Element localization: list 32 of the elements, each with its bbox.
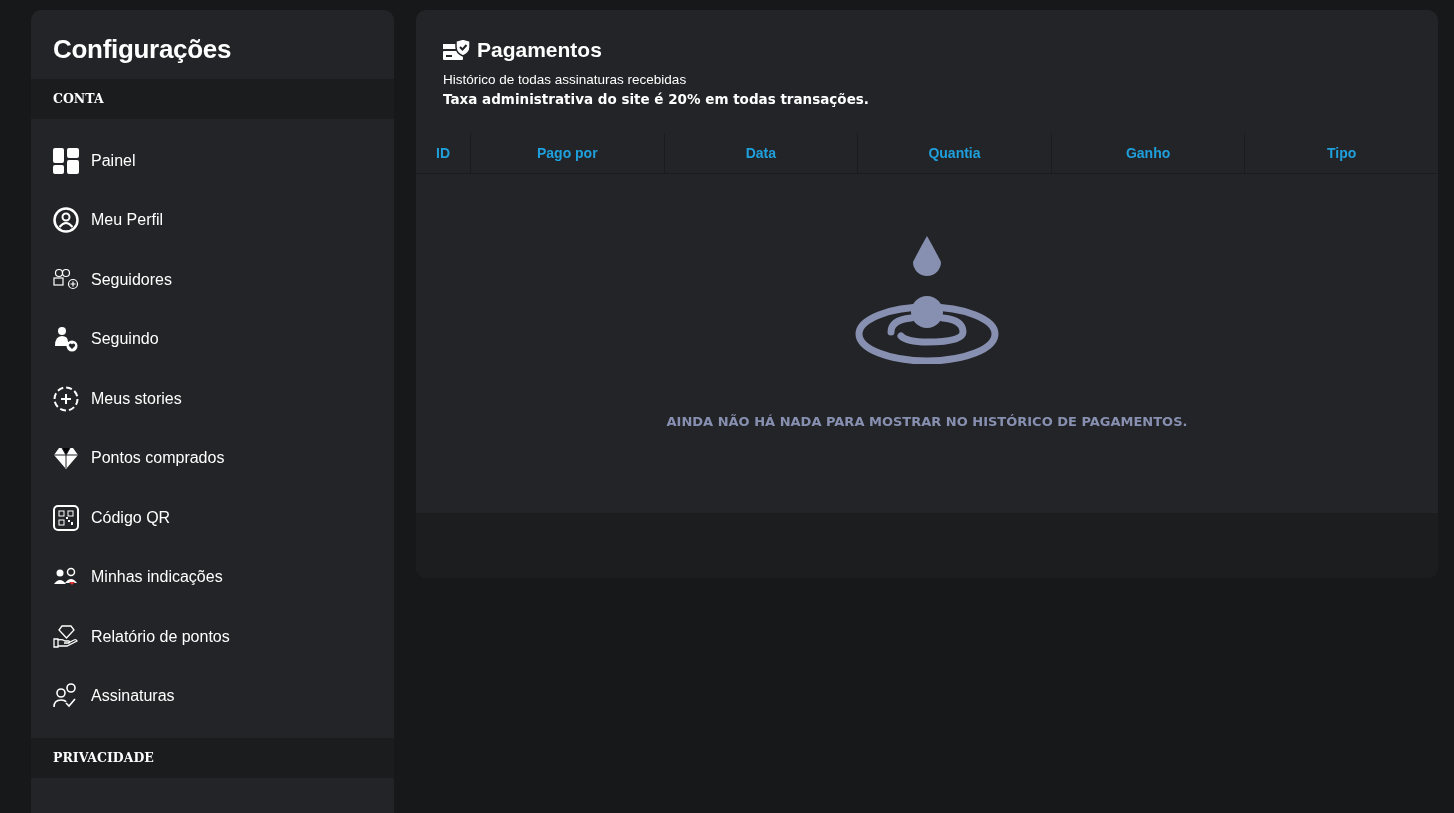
payments-subtitle: Histórico de todas assinaturas recebidas	[443, 72, 688, 87]
column-header: Quantia	[857, 133, 1051, 173]
users-check-icon	[53, 683, 79, 710]
sidebar-item[interactable]: Minhas indicações	[31, 547, 394, 607]
sidebar-item[interactable]: Meu Perfil	[31, 190, 394, 250]
dashboard-icon	[53, 147, 79, 174]
sidebar-item[interactable]: Relatório de pontos	[31, 607, 394, 667]
sidebar-item[interactable]: Assinaturas	[31, 666, 394, 726]
sidebar-item[interactable]: Seguidores	[31, 250, 394, 310]
section-header: CONTA	[31, 79, 394, 119]
sidebar-item[interactable]: Meus stories	[31, 369, 394, 429]
section-header: PRIVACIDADE	[31, 738, 394, 778]
user-heart-icon	[53, 326, 79, 353]
hand-diamond-icon	[53, 623, 79, 650]
qr-code-icon	[53, 504, 79, 531]
column-header: Pago por	[470, 133, 664, 173]
empty-message: AINDA NÃO HÁ NADA PARA MOSTRAR NO HISTÓRICO DE PAGAMENTOS.	[666, 414, 1188, 429]
column-header: Data	[663, 133, 858, 173]
fee-note: Taxa administrativa do site é 20% em todas transações.	[443, 91, 870, 107]
sidebar-item[interactable]: Painel	[31, 131, 394, 191]
sidebar-item[interactable]: Código QR	[31, 488, 394, 548]
column-header: ID	[435, 144, 451, 163]
column-header: Tipo	[1244, 133, 1438, 173]
water-drop-icon	[855, 236, 999, 364]
card-shield-icon	[443, 39, 471, 61]
settings-title: Configurações	[52, 33, 233, 66]
add-story-icon	[53, 385, 79, 412]
user-circle-icon	[53, 207, 79, 234]
sidebar-item[interactable]: Seguindo	[31, 309, 394, 369]
column-header: Ganho	[1050, 133, 1245, 173]
sidebar-item[interactable]: Pontos comprados	[31, 428, 394, 488]
payments-title: Pagamentos	[477, 38, 602, 62]
